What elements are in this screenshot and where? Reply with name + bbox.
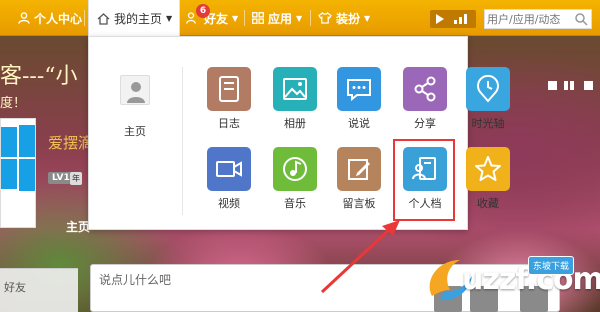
watermark-tag: 东坡下载: [528, 256, 575, 275]
watermark: uzzf.com 东坡下载: [420, 244, 600, 312]
